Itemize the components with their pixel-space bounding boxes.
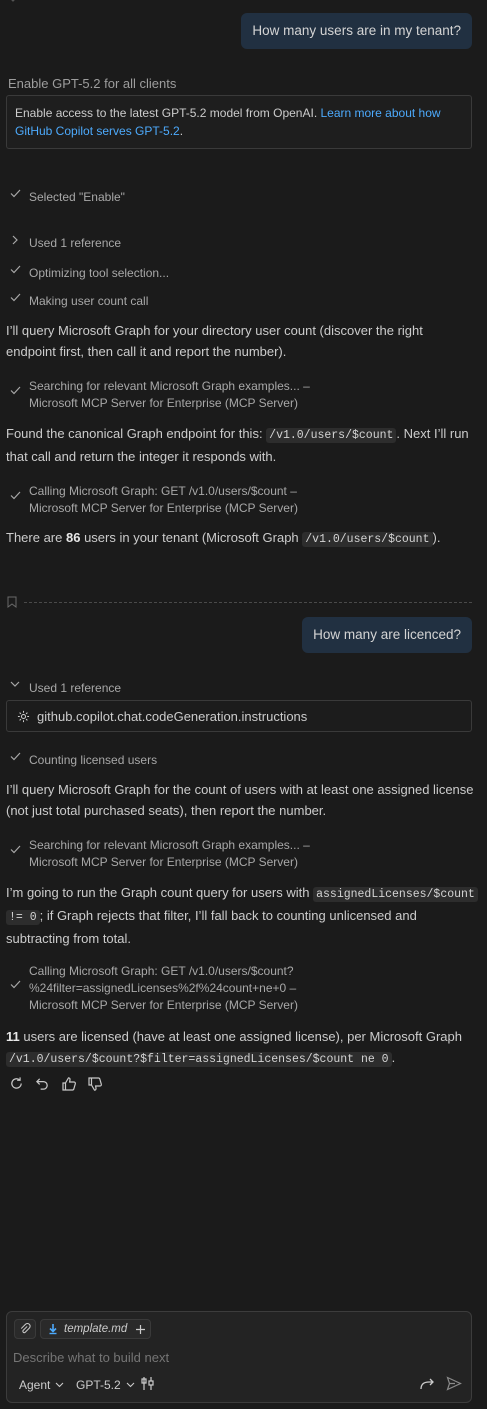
tool-line: Calling Microsoft Graph: GET /v1.0/users… bbox=[29, 484, 297, 498]
assistant-paragraph-3: I’ll query Microsoft Graph for the count… bbox=[6, 782, 474, 818]
checkpoint-divider bbox=[24, 602, 472, 603]
tool-line: Calling Microsoft Graph: GET /v1.0/users… bbox=[29, 964, 294, 978]
send-icon bbox=[446, 1376, 462, 1391]
retry-icon[interactable] bbox=[8, 1075, 25, 1092]
assistant-paragraph-4: I’m going to run the Graph count query f… bbox=[6, 882, 480, 949]
text: . bbox=[391, 1050, 396, 1065]
attachment-chip[interactable]: template.md bbox=[40, 1319, 151, 1339]
forward-button[interactable] bbox=[420, 1377, 435, 1390]
inline-code: != 0 bbox=[6, 910, 40, 925]
gear-icon bbox=[17, 710, 30, 723]
inline-code: assignedLicenses/$count bbox=[313, 887, 478, 902]
check-icon bbox=[8, 752, 22, 761]
undo-icon[interactable] bbox=[34, 1075, 51, 1092]
text: ; if Graph rejects that filter, I’ll fal… bbox=[6, 908, 417, 946]
step-making-call: Making user count call bbox=[8, 293, 148, 310]
user-message-1: How many users are in my tenant? bbox=[241, 13, 472, 49]
banner-title: Enable GPT-5.2 for all clients bbox=[8, 76, 177, 91]
attachment-file-name: template.md bbox=[64, 1323, 128, 1335]
tools-icon bbox=[141, 1376, 155, 1391]
markdown-file-icon bbox=[48, 1323, 58, 1335]
response-actions bbox=[8, 1075, 103, 1092]
step-label: Used 1 reference bbox=[29, 681, 122, 695]
tool-search-2: Searching for relevant Microsoft Graph e… bbox=[8, 837, 310, 871]
tool-line: Microsoft MCP Server for Enterprise (MCP… bbox=[29, 998, 298, 1012]
check-icon bbox=[8, 386, 22, 395]
inline-code: /v1.0/users/$count bbox=[302, 532, 433, 547]
tool-line: Microsoft MCP Server for Enterprise (MCP… bbox=[29, 501, 298, 515]
assistant-paragraph-1: I’ll query Microsoft Graph for your dire… bbox=[6, 323, 423, 359]
send-button[interactable] bbox=[446, 1376, 462, 1391]
check-icon bbox=[8, 265, 22, 274]
thumbs-up-icon[interactable] bbox=[60, 1075, 77, 1092]
text: I’m going to run the Graph count query f… bbox=[6, 885, 314, 900]
tool-call-1: Calling Microsoft Graph: GET /v1.0/users… bbox=[8, 483, 298, 517]
step-label: Optimizing tool selection... bbox=[29, 266, 170, 280]
attach-button[interactable] bbox=[14, 1319, 36, 1339]
reference-file-name: github.copilot.chat.codeGeneration.instr… bbox=[37, 708, 308, 724]
text: Found the canonical Graph endpoint for t… bbox=[6, 426, 267, 441]
text: There are bbox=[6, 530, 66, 545]
tool-line: %24filter=assignedLicenses%2f%24count+ne… bbox=[29, 981, 297, 995]
step-label: Used 1 reference bbox=[29, 236, 122, 250]
tool-line: Microsoft MCP Server for Enterprise (MCP… bbox=[29, 855, 298, 869]
step-label: Making user count call bbox=[29, 294, 149, 308]
step-selected: Selected "Enable" bbox=[8, 189, 125, 206]
chevron-right-icon bbox=[8, 235, 22, 245]
step-label: Counting licensed users bbox=[29, 753, 158, 767]
tool-line: Microsoft MCP Server for Enterprise (MCP… bbox=[29, 396, 298, 410]
mode-picker[interactable]: Agent bbox=[19, 1378, 64, 1392]
paperclip-icon bbox=[19, 1323, 31, 1335]
chevron-down-icon bbox=[8, 680, 22, 688]
text: users are licensed (have at least one as… bbox=[19, 1029, 462, 1044]
model-picker[interactable]: GPT-5.2 bbox=[76, 1378, 135, 1392]
tools-button[interactable] bbox=[141, 1376, 155, 1391]
inline-code: /v1.0/users/$count bbox=[266, 428, 397, 443]
check-icon bbox=[8, 980, 22, 989]
chat-input[interactable] bbox=[13, 1347, 453, 1367]
chat-input-panel: template.md Agent GPT-5.2 bbox=[6, 1311, 472, 1403]
banner-box: Enable access to the latest GPT-5.2 mode… bbox=[6, 95, 472, 149]
assistant-paragraph-2: Found the canonical Graph endpoint for t… bbox=[6, 423, 478, 467]
bookmark-icon[interactable] bbox=[7, 596, 17, 608]
banner-suffix: . bbox=[179, 124, 184, 138]
chevron-down-icon bbox=[126, 1382, 135, 1388]
check-icon bbox=[8, 189, 22, 198]
used-reference-toggle[interactable]: Used 1 reference bbox=[8, 235, 121, 252]
thumbs-down-icon[interactable] bbox=[86, 1075, 103, 1092]
forward-icon bbox=[420, 1377, 435, 1390]
banner-text: Enable access to the latest GPT-5.2 mode… bbox=[15, 106, 321, 120]
text: ). bbox=[432, 530, 441, 545]
user-message-2: How many are licenced? bbox=[302, 617, 472, 653]
inline-code: /v1.0/users/$count?$filter=assignedLicen… bbox=[6, 1052, 392, 1067]
check-icon bbox=[8, 491, 22, 500]
plus-icon[interactable] bbox=[135, 1324, 146, 1335]
step-optimizing: Optimizing tool selection... bbox=[8, 265, 169, 282]
assistant-answer-2: 11 users are licensed (have at least one… bbox=[6, 1026, 480, 1070]
step-counting: Counting licensed users bbox=[8, 752, 157, 769]
tool-search-1: Searching for relevant Microsoft Graph e… bbox=[8, 378, 310, 412]
tool-line: Searching for relevant Microsoft Graph e… bbox=[29, 838, 310, 852]
tool-call-2: Calling Microsoft Graph: GET /v1.0/users… bbox=[8, 963, 298, 1014]
scroll-edge-icon bbox=[8, 0, 18, 4]
user-count: 86 bbox=[65, 530, 81, 545]
mode-label: Agent bbox=[19, 1378, 51, 1392]
check-icon bbox=[8, 845, 22, 854]
model-label: GPT-5.2 bbox=[76, 1378, 121, 1392]
check-icon bbox=[8, 293, 22, 302]
tool-line: Searching for relevant Microsoft Graph e… bbox=[29, 379, 310, 393]
step-label: Selected "Enable" bbox=[29, 190, 125, 204]
licensed-count: 11 bbox=[6, 1029, 20, 1044]
reference-item[interactable]: github.copilot.chat.codeGeneration.instr… bbox=[6, 700, 472, 732]
chevron-down-icon bbox=[55, 1382, 64, 1388]
text: users in your tenant (Microsoft Graph bbox=[80, 530, 303, 545]
used-reference-toggle-2[interactable]: Used 1 reference bbox=[8, 680, 121, 697]
assistant-answer-1: There are 86 users in your tenant (Micro… bbox=[6, 527, 478, 550]
